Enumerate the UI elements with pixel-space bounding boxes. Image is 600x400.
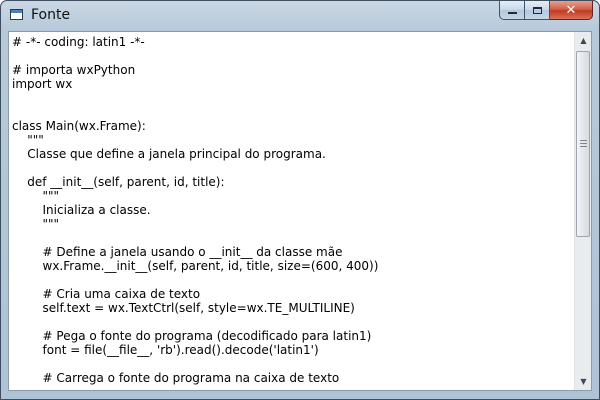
code-line: # Pega o fonte do programa (decodificado… bbox=[12, 329, 372, 343]
code-line: """ bbox=[12, 133, 44, 147]
scroll-down-icon[interactable]: ▼ bbox=[575, 373, 592, 390]
maximize-button[interactable] bbox=[525, 1, 550, 20]
thumb-grip-line bbox=[580, 146, 587, 147]
title-bar[interactable]: Fonte ✕ bbox=[1, 1, 599, 31]
source-text-area[interactable]: # -*- coding: latin1 -*- # importa wxPyt… bbox=[9, 32, 574, 390]
window-icon[interactable] bbox=[10, 9, 23, 20]
thumb-grip-line bbox=[580, 143, 587, 144]
scrollbar-thumb[interactable] bbox=[576, 51, 590, 237]
window-title: Fonte bbox=[31, 7, 71, 23]
code-line: # Define a janela usando o __init__ da c… bbox=[12, 245, 343, 259]
code-line: """ bbox=[12, 217, 60, 231]
code-line: import wx bbox=[12, 77, 73, 91]
minimize-button[interactable] bbox=[499, 1, 525, 20]
scroll-up-icon[interactable]: ▲ bbox=[575, 32, 592, 49]
code-line: font = file(__file__, 'rb').read().decod… bbox=[12, 343, 319, 357]
close-button[interactable]: ✕ bbox=[550, 1, 593, 20]
code-line: # Carrega o fonte do programa na caixa d… bbox=[12, 371, 340, 385]
code-line: def __init__(self, parent, id, title): bbox=[12, 175, 225, 189]
code-line: Classe que define a janela principal do … bbox=[12, 147, 326, 161]
code-line: # importa wxPython bbox=[12, 63, 136, 77]
text-control[interactable]: # -*- coding: latin1 -*- # importa wxPyt… bbox=[8, 31, 592, 391]
maximize-icon bbox=[532, 6, 542, 14]
thumb-grip-icon bbox=[580, 140, 587, 141]
code-line: # Cria uma caixa de texto bbox=[12, 287, 201, 301]
caption-buttons: ✕ bbox=[499, 1, 593, 21]
vertical-scrollbar[interactable]: ▲ ▼ bbox=[574, 32, 591, 390]
code-line: class Main(wx.Frame): bbox=[12, 119, 146, 133]
code-line: Inicializa a classe. bbox=[12, 203, 151, 217]
code-line: wx.Frame.__init__(self, parent, id, titl… bbox=[12, 259, 379, 273]
minimize-icon bbox=[507, 12, 517, 14]
code-line: self.text = wx.TextCtrl(self, style=wx.T… bbox=[12, 301, 355, 315]
main-window: Fonte ✕ # -*- coding: latin1 -*- # impor… bbox=[0, 0, 600, 400]
close-icon: ✕ bbox=[565, 2, 577, 18]
code-line: # -*- coding: latin1 -*- bbox=[12, 35, 145, 49]
code-line: """ bbox=[12, 189, 60, 203]
